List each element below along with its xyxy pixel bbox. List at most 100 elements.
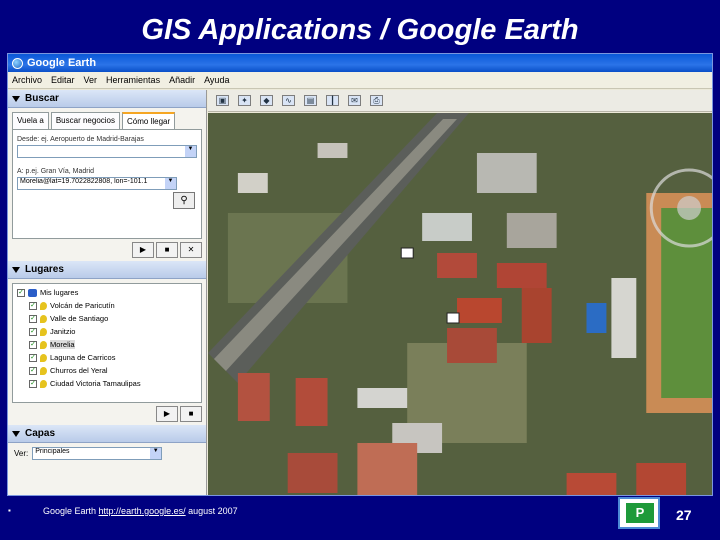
- tab-vuela-a[interactable]: Vuela a: [12, 112, 49, 129]
- stop-button[interactable]: ■: [180, 406, 202, 422]
- pushpin-icon: [40, 353, 47, 362]
- place-label: Valle de Santiago: [50, 314, 109, 323]
- footer-url-link[interactable]: http://earth.google.es/: [99, 506, 186, 516]
- satellite-imagery[interactable]: [208, 113, 712, 495]
- polygon-icon[interactable]: ◆: [260, 95, 273, 106]
- satellite-map-view[interactable]: [208, 113, 712, 495]
- checkbox[interactable]: ✓: [29, 353, 37, 362]
- email-icon[interactable]: ✉: [348, 95, 361, 106]
- to-field[interactable]: Morelia@lat=19.7022822808, lon=-101.1 ▼: [17, 177, 177, 190]
- slide-title: GIS Applications / Google Earth: [141, 14, 579, 46]
- checkbox[interactable]: ✓: [29, 340, 37, 349]
- search-tabs: Vuela a Buscar negocios Cómo llegar: [8, 108, 206, 129]
- list-item[interactable]: ✓ Laguna de Carricos: [17, 351, 197, 364]
- checkbox[interactable]: ✓: [29, 379, 37, 388]
- place-label: Churros del Yeral: [50, 366, 108, 375]
- layers-panel-header[interactable]: Capas: [8, 425, 206, 443]
- pushpin-icon: [40, 366, 47, 375]
- google-earth-logo-icon: [12, 57, 23, 69]
- to-value: Morelia@lat=19.7022822808, lon=-101.1: [20, 178, 148, 185]
- map-area: ▣ ✦ ◆ ∿ ▤ ┃ ✉ ⎙: [208, 90, 712, 495]
- menu-editar[interactable]: Editar: [51, 75, 75, 85]
- play-button[interactable]: ▶: [132, 242, 154, 258]
- list-item[interactable]: ✓ Valle de Santiago: [17, 312, 197, 325]
- page-number: 27: [676, 507, 692, 523]
- list-item[interactable]: ✓ Ciudad Victoria Tamaulipas: [17, 377, 197, 390]
- path-icon[interactable]: ∿: [282, 95, 295, 106]
- menu-archivo[interactable]: Archivo: [12, 75, 42, 85]
- sidebar-toggle-icon[interactable]: ▣: [216, 95, 229, 106]
- print-icon[interactable]: ⎙: [370, 95, 383, 106]
- menu-anadir[interactable]: Añadir: [169, 75, 195, 85]
- pushpin-icon: [40, 301, 47, 310]
- checkbox[interactable]: ✓: [29, 366, 37, 375]
- from-field[interactable]: ▼: [17, 145, 197, 158]
- close-icon[interactable]: ✕: [180, 242, 202, 258]
- view-value: Principales: [35, 448, 70, 455]
- folder-icon: [28, 288, 37, 297]
- search-magnifier-button[interactable]: ⚲: [173, 192, 195, 209]
- layers-panel-title: Capas: [25, 428, 56, 439]
- checkbox[interactable]: ✓: [17, 288, 25, 297]
- list-item[interactable]: ✓ Janitzio: [17, 325, 197, 338]
- institution-logo: P: [618, 497, 660, 529]
- dropdown-arrow-icon[interactable]: ▼: [150, 448, 162, 459]
- footer-bullet: ▪: [8, 506, 11, 515]
- list-item[interactable]: ✓ Volcán de Paricutín: [17, 299, 197, 312]
- google-earth-window: Google Earth Archivo Editar Ver Herramie…: [7, 53, 713, 496]
- place-label: Janitzio: [50, 327, 76, 336]
- list-item[interactable]: ✓ Mis lugares: [17, 286, 197, 299]
- pushpin-icon: [40, 314, 47, 323]
- dropdown-arrow-icon[interactable]: ▼: [165, 178, 176, 189]
- footer-prefix: Google Earth: [43, 506, 99, 516]
- logo-mark-icon: P: [626, 503, 654, 523]
- collapse-triangle-icon: [12, 266, 20, 273]
- search-controls: ▶ ■ ✕: [8, 239, 206, 261]
- checkbox[interactable]: ✓: [29, 301, 37, 310]
- tab-buscar-negocios[interactable]: Buscar negocios: [50, 112, 120, 129]
- places-panel-header[interactable]: Lugares: [8, 261, 206, 279]
- places-panel-title: Lugares: [25, 264, 64, 275]
- checkbox[interactable]: ✓: [29, 327, 37, 336]
- window-titlebar: Google Earth: [8, 54, 712, 72]
- menu-ayuda[interactable]: Ayuda: [204, 75, 229, 85]
- tab-como-llegar[interactable]: Cómo llegar: [122, 112, 176, 129]
- pushpin-icon: [40, 379, 47, 388]
- collapse-triangle-icon: [12, 95, 20, 102]
- search-panel-title: Buscar: [25, 93, 59, 104]
- list-item[interactable]: ✓ Churros del Yeral: [17, 364, 197, 377]
- place-label: Volcán de Paricutín: [50, 301, 115, 310]
- dropdown-arrow-icon[interactable]: ▼: [185, 146, 196, 157]
- list-item[interactable]: ✓ Morelia: [17, 338, 197, 351]
- view-label: Ver:: [14, 449, 29, 458]
- place-label: Ciudad Victoria Tamaulipas: [50, 379, 141, 388]
- footer-source: Google Earth http://earth.google.es/ aug…: [43, 506, 238, 516]
- menu-ver[interactable]: Ver: [84, 75, 98, 85]
- place-label: Mis lugares: [40, 288, 79, 297]
- place-label: Morelia: [50, 340, 75, 349]
- overlay-icon[interactable]: ▤: [304, 95, 317, 106]
- placemark-icon[interactable]: ✦: [238, 95, 251, 106]
- play-button[interactable]: ▶: [156, 406, 178, 422]
- place-label: Laguna de Carricos: [50, 353, 116, 362]
- to-label: A: p.ej. Gran Vía, Madrid: [17, 168, 95, 175]
- pushpin-icon: [40, 327, 47, 336]
- sidebar: Buscar Vuela a Buscar negocios Cómo lleg…: [8, 90, 207, 495]
- pushpin-icon: [40, 340, 47, 349]
- search-panel-header[interactable]: Buscar: [8, 90, 206, 108]
- map-toolbar: ▣ ✦ ◆ ∿ ▤ ┃ ✉ ⎙: [208, 90, 712, 112]
- stop-button[interactable]: ■: [156, 242, 178, 258]
- places-controls: ▶ ■: [8, 403, 206, 425]
- ruler-icon[interactable]: ┃: [326, 95, 339, 106]
- layers-view-row: Ver: Principales ▼: [8, 443, 206, 464]
- checkbox[interactable]: ✓: [29, 314, 37, 323]
- collapse-triangle-icon: [12, 430, 20, 437]
- directions-form: Desde: ej. Aeropuerto de Madrid-Barajas …: [12, 129, 202, 239]
- menu-bar: Archivo Editar Ver Herramientas Añadir A…: [8, 72, 712, 89]
- places-tree: ✓ Mis lugares ✓ Volcán de Paricutín ✓ Va…: [12, 283, 202, 403]
- menu-herramientas[interactable]: Herramientas: [106, 75, 160, 85]
- window-title: Google Earth: [27, 57, 97, 69]
- from-label: Desde: ej. Aeropuerto de Madrid-Barajas: [17, 136, 144, 143]
- footer-suffix: august 2007: [185, 506, 238, 516]
- layers-view-select[interactable]: Principales ▼: [32, 447, 163, 460]
